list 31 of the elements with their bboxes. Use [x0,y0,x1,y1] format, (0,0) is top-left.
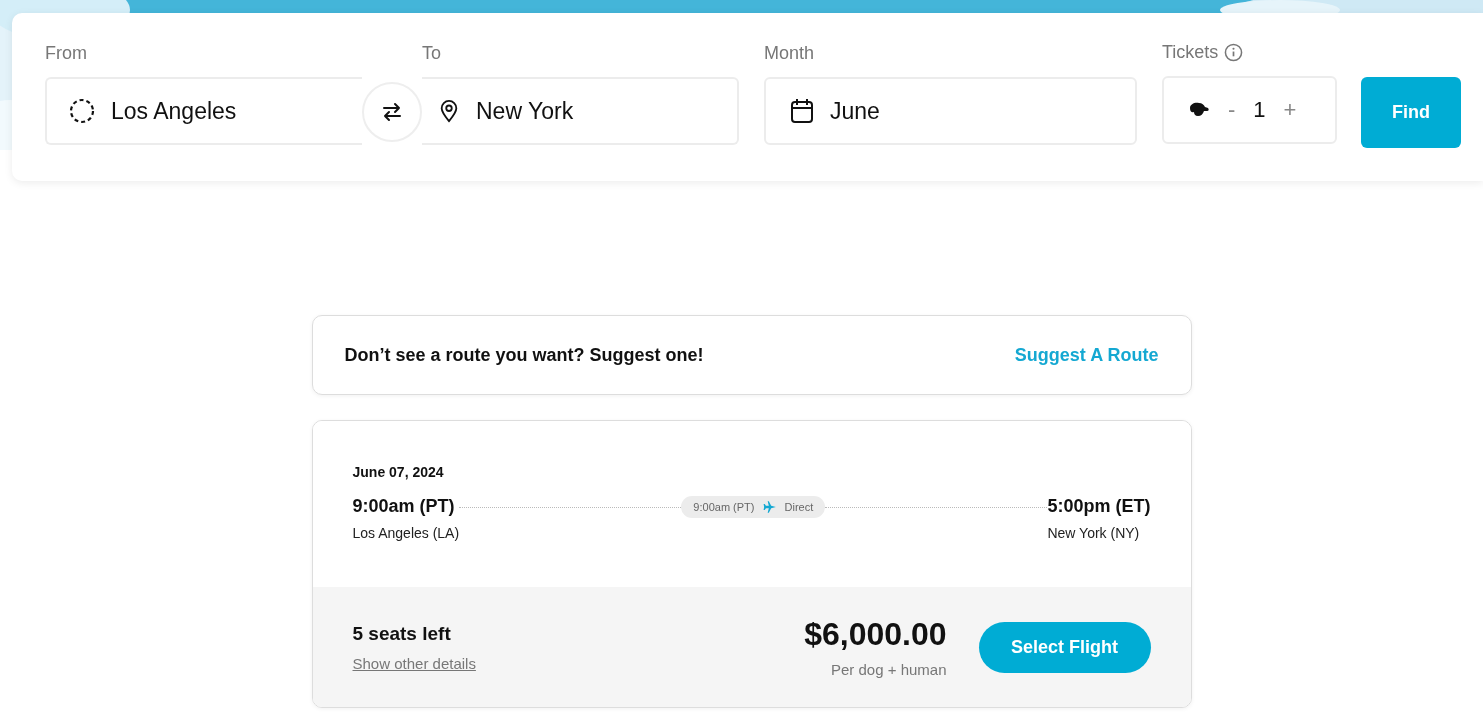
location-pin-icon [438,98,460,124]
select-flight-button[interactable]: Select Flight [978,621,1151,673]
airplane-icon [762,500,777,514]
month-field[interactable]: June [764,77,1137,145]
price: $6,000.00 [804,616,947,653]
departure-time: 9:00am (PT) [352,496,456,517]
direct-label: Direct [784,501,814,513]
suggest-route-link[interactable]: Suggest A Route [1014,344,1159,366]
field-label: Month [764,42,816,65]
suggestion-text: Don’t see a route you want? Suggest one! [344,344,704,366]
departure-city: Los Angeles (LA) [352,525,460,541]
to-field[interactable]: New York [422,77,739,145]
field-label: Tickets [1162,41,1219,64]
flight-date: June 07, 2024 [352,464,445,480]
from-field[interactable]: Los Angeles [45,77,362,145]
circle-icon [69,98,95,124]
info-icon[interactable] [1224,42,1244,62]
decrement-button[interactable]: - [1220,97,1244,123]
ticket-count: 1 [1253,97,1266,123]
increment-button[interactable]: + [1275,97,1305,123]
arrival-time: 5:00pm (ET) [1047,496,1151,517]
arrival-city: New York (NY) [1047,525,1141,541]
details-link[interactable]: Show other details [352,654,805,672]
calendar-icon [790,98,814,124]
field-label: From [45,42,88,65]
swap-icon [380,100,404,124]
price-note: Per dog + human [831,661,947,678]
find-button[interactable]: Find [1361,77,1461,148]
stop-time: 9:00am (PT) [693,501,755,513]
seats-left: 5 seats left [352,622,452,645]
field-label: To [422,42,442,65]
